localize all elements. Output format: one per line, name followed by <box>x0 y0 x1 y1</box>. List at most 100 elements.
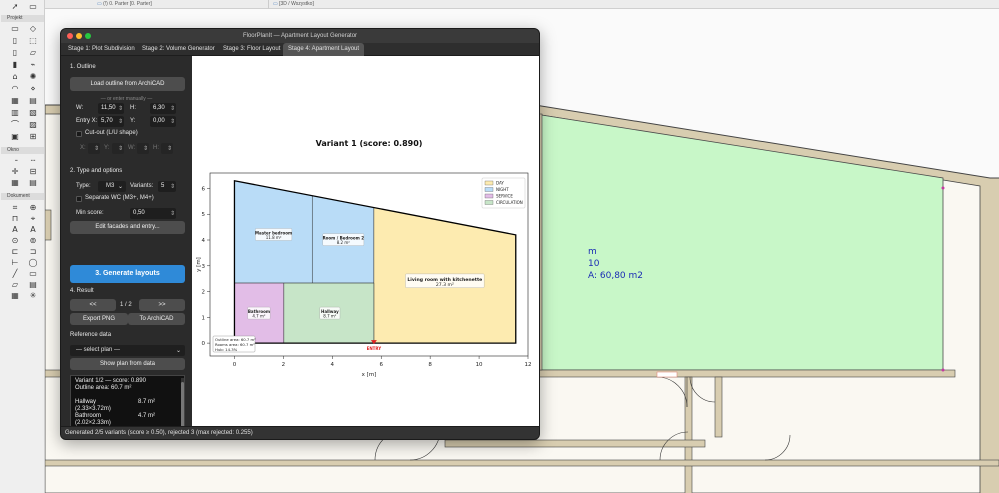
tool-icon[interactable]: ⊚ <box>28 237 38 245</box>
tool-icon[interactable]: ✛ <box>10 168 20 176</box>
plugin-window: FloorPlanIt — Apartment Layout Generator… <box>60 28 540 440</box>
tool-icon[interactable]: ▥ <box>10 109 20 117</box>
variants-input[interactable]: 5 <box>158 181 176 192</box>
load-outline-button[interactable]: Load outline from ArchiCAD <box>70 77 185 91</box>
tool-icon[interactable]: ▧ <box>28 109 38 117</box>
edit-facades-button[interactable]: Edit facades and entry... <box>70 221 185 234</box>
plan-select[interactable]: — select plan — ⌄ <box>70 345 185 356</box>
tool-icon[interactable]: ▭ <box>10 25 20 33</box>
info-room-area: 4.7 m² <box>138 413 156 419</box>
entry-x-input[interactable]: 5,70 <box>98 116 124 127</box>
prev-variant-button[interactable]: << <box>70 299 116 311</box>
tool-icon[interactable]: ✳ <box>28 292 38 300</box>
tool-icon[interactable]: ⊓ <box>10 215 20 223</box>
tool-icon[interactable]: ▯ <box>10 49 20 57</box>
info-outline-line: Outline area: 60.7 m² <box>75 385 132 391</box>
cutout-checkbox[interactable] <box>76 131 82 137</box>
separate-wc-checkbox[interactable] <box>76 196 82 202</box>
entry-y-label: Y: <box>130 118 136 124</box>
tool-icon[interactable]: ▱ <box>10 281 20 289</box>
tool-icon[interactable]: ⊕ <box>28 204 38 212</box>
tool-icon[interactable]: ⌗ <box>10 204 20 212</box>
tool-icon[interactable]: ╶ <box>10 157 20 165</box>
tool-icon[interactable]: ╱ <box>10 270 20 278</box>
tool-icon[interactable]: ▨ <box>28 121 38 129</box>
height-input[interactable]: 6,30 <box>150 103 176 114</box>
tool-icon[interactable]: ▤ <box>28 281 38 289</box>
chevron-down-icon: ⌄ <box>117 183 123 190</box>
tool-icon[interactable]: ⊢ <box>10 259 20 267</box>
tool-icon[interactable]: ⊞ <box>28 133 38 141</box>
tool-icon[interactable]: ◇ <box>28 25 38 33</box>
tool-icon[interactable]: ⊙ <box>10 237 20 245</box>
tool-icon[interactable]: ▮ <box>10 61 20 69</box>
tab-stage-3[interactable]: Stage 3: Floor Layout <box>218 43 285 56</box>
tool-icon[interactable]: ⌁ <box>28 61 38 69</box>
tool-icon[interactable]: ▤ <box>28 97 38 105</box>
tool-icon[interactable]: ▦ <box>10 179 20 187</box>
tool-icon[interactable]: ◠ <box>10 85 20 93</box>
section-outline-title: 1. Outline <box>70 64 96 70</box>
height-label: H: <box>130 105 136 111</box>
tool-icon[interactable]: ⊟ <box>28 168 38 176</box>
next-variant-button[interactable]: >> <box>139 299 185 311</box>
tool-icon[interactable]: ┄ <box>28 157 38 165</box>
tool-icon[interactable]: ⌖ <box>28 215 38 223</box>
toolbox-section-window[interactable]: Okno <box>1 147 44 154</box>
entry-y-input[interactable]: 0,00 <box>150 116 176 127</box>
tool-icon[interactable]: ✺ <box>28 73 38 81</box>
view-tab-floor[interactable]: ▭ (!) 0. Parter [0. Parter] <box>93 0 243 9</box>
tool-icon[interactable]: A <box>28 226 38 234</box>
tool-icon[interactable]: ⊐ <box>28 248 38 256</box>
interior-wall <box>684 376 693 493</box>
tool-icon[interactable]: ⌂ <box>10 73 20 81</box>
room-label[interactable]: m 10 A: 60,80 m2 <box>588 246 643 282</box>
control-panel: 1. Outline Load outline from ArchiCAD — … <box>61 56 192 439</box>
tool-icon[interactable]: ◯ <box>28 259 38 267</box>
tab-stage-4[interactable]: Stage 4: Apartment Layout <box>283 43 365 56</box>
tool-icon[interactable]: ▯ <box>10 37 20 45</box>
generate-layouts-button[interactable]: 3. Generate layouts <box>70 265 185 283</box>
tool-icon[interactable]: ▤ <box>28 179 38 187</box>
tool-icon[interactable]: ▣ <box>10 133 20 141</box>
tool-icon[interactable]: ⊏ <box>10 248 20 256</box>
to-archicad-button[interactable]: To ArchiCAD <box>128 313 185 325</box>
show-plan-button[interactable]: Show plan from data <box>70 358 185 370</box>
toolbox: ➚ ▭ Projekt ▭ ◇ ▯ ⬚ ▯ ▱ ▮ ⌁ ⌂ ✺ ◠ ⋄ ▦ ▤ ▥ ▧ ⌒ ▨ ▣ ⊞ ╶ ┄ ✛ ⊟ ▦ ▤ ⌗ ⊕… <box>0 0 45 493</box>
toolbox-section-project[interactable]: Projekt <box>1 15 44 22</box>
tool-icon[interactable]: ▱ <box>28 49 38 57</box>
view-tab-3d[interactable]: ▭ [3D / Wszystko] <box>268 0 378 9</box>
room-area-label: 8.2 m² <box>337 240 351 245</box>
status-bar: Generated 2/5 variants (score ≥ 0.50), r… <box>61 426 539 439</box>
interior-wall <box>45 209 52 241</box>
tool-icon[interactable]: A <box>10 226 20 234</box>
window-titlebar[interactable]: FloorPlanIt — Apartment Layout Generator <box>61 29 539 43</box>
tab-stage-2[interactable]: Stage 2: Volume Generator <box>137 43 220 56</box>
cutout-w-label: W: <box>128 145 136 151</box>
width-input[interactable]: 11,50 <box>98 103 124 114</box>
marquee-tool-icon[interactable]: ▭ <box>28 3 38 11</box>
tool-icon[interactable]: ▦ <box>10 97 20 105</box>
cutout-h-input <box>161 143 173 154</box>
legend-label: DAY <box>496 181 504 186</box>
room-area-label: 8.7 m² <box>323 314 337 319</box>
tool-icon[interactable]: ⋄ <box>28 85 38 93</box>
type-select[interactable]: M3 ⌄ <box>98 181 126 192</box>
tool-icon[interactable]: ⬚ <box>28 37 38 45</box>
tool-icon[interactable]: ▦ <box>10 292 20 300</box>
info-variant-line: Variant 1/2 — score: 0.890 <box>75 378 146 384</box>
toolbox-section-document[interactable]: Dokument <box>1 193 44 200</box>
min-score-input[interactable]: 0,50 <box>130 208 176 219</box>
x-tick-label: 2 <box>282 362 286 368</box>
arrow-tool-icon[interactable]: ➚ <box>10 3 20 11</box>
y-tick-label: 1 <box>202 315 206 321</box>
tab-stage-1[interactable]: Stage 1: Plot Subdivision <box>63 43 140 56</box>
tool-icon[interactable]: ⌒ <box>10 121 20 129</box>
interior-wall <box>45 459 999 467</box>
export-png-button[interactable]: Export PNG <box>70 313 128 325</box>
x-tick-label: 10 <box>476 362 483 368</box>
x-axis-label: x [m] <box>362 372 377 378</box>
y-tick-label: 0 <box>202 341 206 347</box>
tool-icon[interactable]: ▭ <box>28 270 38 278</box>
